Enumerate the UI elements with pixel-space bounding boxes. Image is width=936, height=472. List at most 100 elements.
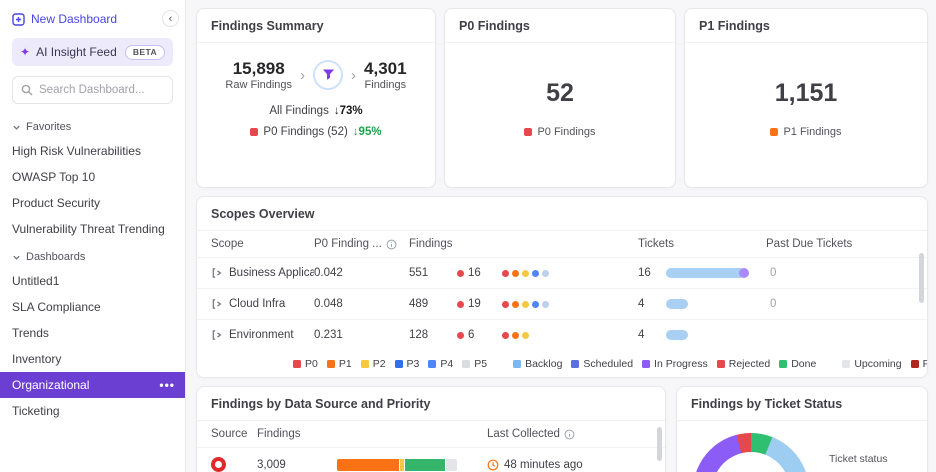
- info-icon[interactable]: [564, 429, 575, 440]
- priority-dots: [502, 331, 638, 339]
- legend-item: P3: [394, 358, 419, 370]
- scopes-legend: P0 P1 P2 P3 P4 P5 Backlog Scheduled In P…: [197, 350, 927, 377]
- raw-findings-stat: 15,898 Raw Findings: [225, 59, 292, 91]
- add-dashboard-icon: [12, 12, 25, 26]
- ticket-status-donut-chart[interactable]: [693, 433, 809, 472]
- p0-stat: 52 P0 Findings: [445, 43, 675, 138]
- source-table-header: Source Findings Last Collected: [197, 421, 665, 448]
- scrollbar[interactable]: [919, 253, 924, 303]
- sidebar-item-trends[interactable]: Trends: [0, 320, 185, 346]
- search-icon: [21, 84, 33, 96]
- priority-dots: [502, 269, 638, 277]
- sidebar-item-product-security[interactable]: Product Security: [0, 190, 185, 216]
- source-row[interactable]: 3,009 48 minutes ago: [197, 448, 665, 472]
- p0-dot: [457, 300, 464, 308]
- sidebar-item-untitled1[interactable]: Untitled1: [0, 268, 185, 294]
- priority-dot: [522, 300, 529, 308]
- scope-row[interactable]: Cloud Infra 0.048 489 19 4 0: [197, 289, 927, 320]
- priority-dot: [522, 269, 529, 277]
- more-icon[interactable]: •••: [159, 378, 175, 392]
- sidebar-collapse-button[interactable]: ‹: [162, 10, 179, 27]
- sidebar-item-sla-compliance[interactable]: SLA Compliance: [0, 294, 185, 320]
- past-due-count: 0: [770, 298, 777, 310]
- legend-item: Scheduled: [571, 358, 633, 370]
- sidebar-item-ticketing[interactable]: Ticketing: [0, 398, 185, 424]
- tickets-bar-marker: [739, 268, 750, 278]
- ticket-status-chart-area: Ticket status: [677, 421, 927, 472]
- favorites-section-header[interactable]: Favorites: [0, 114, 185, 138]
- p0-swatch: [250, 128, 259, 137]
- p0-count: 16: [468, 267, 481, 279]
- column-findings: Findings: [409, 238, 453, 250]
- p0-legend-swatch: [524, 128, 533, 136]
- new-dashboard-button[interactable]: New Dashboard: [0, 10, 185, 38]
- sparkle-icon: ✦: [20, 45, 31, 59]
- p0-count: 6: [468, 329, 475, 341]
- search-box: [12, 76, 173, 104]
- all-findings-label: All Findings: [269, 105, 329, 118]
- priority-dot: [502, 269, 509, 277]
- column-findings: Findings: [257, 428, 301, 440]
- scope-name-cell[interactable]: Business Applica...: [211, 267, 314, 279]
- chevron-down-icon: [13, 255, 20, 260]
- scope-name: Cloud Infra: [229, 298, 286, 310]
- p0-findings-card: P0 Findings 52 P0 Findings: [444, 8, 676, 188]
- beta-badge: BETA: [124, 44, 165, 60]
- info-icon[interactable]: [386, 239, 397, 250]
- scope-name: Environment: [229, 329, 294, 341]
- funnel-icon: [313, 60, 344, 91]
- dashboards-section-header[interactable]: Dashboards: [0, 244, 185, 268]
- sidebar: New Dashboard ‹ ✦ AI Insight Feed BETA F…: [0, 0, 186, 472]
- search-input[interactable]: [39, 84, 164, 96]
- p1-findings-card: P1 Findings 1,151 P1 Findings: [684, 8, 928, 188]
- tickets-bar-fill: [666, 330, 689, 340]
- bar-segment: [404, 458, 445, 471]
- priority-dot: [522, 331, 529, 339]
- chevron-right-icon: ›: [300, 66, 306, 84]
- p1-legend-swatch: [770, 128, 779, 136]
- p0-dot: [457, 269, 464, 277]
- tickets-bar-fill: [666, 268, 750, 278]
- chevron-right-icon: ›: [351, 66, 357, 84]
- legend-item: P2: [360, 358, 386, 370]
- scrollbar[interactable]: [657, 427, 662, 461]
- sidebar-item-vulnerability-threat-trending[interactable]: Vulnerability Threat Trending: [0, 216, 185, 242]
- priority-dot: [542, 269, 549, 277]
- findings-funnel-flow: 15,898 Raw Findings › › 4,301 Findings: [197, 43, 435, 91]
- sidebar-item-owasp-top-10[interactable]: OWASP Top 10: [0, 164, 185, 190]
- sidebar-item-organizational[interactable]: Organizational •••: [0, 372, 185, 398]
- p0-legend[interactable]: P0 Findings: [524, 126, 596, 138]
- legend-item: Rejected: [716, 358, 770, 370]
- p1-legend[interactable]: P1 Findings: [770, 126, 842, 138]
- new-dashboard-label: New Dashboard: [31, 12, 118, 26]
- ai-insight-feed-button[interactable]: ✦ AI Insight Feed BETA: [12, 38, 173, 66]
- bar-segment: [445, 458, 457, 471]
- p0-count-chip: 6: [457, 329, 502, 341]
- findings-stat: 4,301 Findings: [364, 59, 407, 91]
- scope-icon: [212, 268, 222, 278]
- priority-dot: [512, 300, 519, 308]
- top-row: Findings Summary 15,898 Raw Findings › ›…: [196, 8, 928, 188]
- scope-row[interactable]: Environment 0.231 128 6 4: [197, 320, 927, 351]
- raw-findings-value: 15,898: [232, 59, 285, 78]
- findings-label: Findings: [364, 79, 407, 92]
- p0-count-chip: 16: [457, 267, 502, 279]
- p0-dot: [457, 331, 464, 339]
- p0-rate-value: 0.231: [314, 329, 343, 341]
- legend-item: Past Due: [910, 358, 927, 370]
- legend-item: Upcoming: [842, 358, 902, 370]
- priority-stacked-bar: [337, 458, 457, 471]
- findings-by-source-card: Findings by Data Source and Priority Sou…: [196, 386, 666, 472]
- ticket-status-legend-title: Ticket status: [829, 453, 888, 465]
- status-legend-group: Backlog Scheduled In Progress Rejected D…: [513, 358, 816, 370]
- tickets-count: 16: [638, 267, 651, 279]
- scopes-overview-card: Scopes Overview Scope P0 Finding ... Fin…: [196, 196, 928, 378]
- scope-row[interactable]: Business Applica... 0.042 551 16 16: [197, 258, 927, 289]
- scope-name-cell[interactable]: Cloud Infra: [211, 298, 314, 310]
- sidebar-item-inventory[interactable]: Inventory: [0, 346, 185, 372]
- sidebar-item-high-risk-vulnerabilities[interactable]: High Risk Vulnerabilities: [0, 138, 185, 164]
- p0-rate-value: 0.042: [314, 267, 343, 279]
- priority-dot: [512, 331, 519, 339]
- legend-item: P0: [293, 358, 318, 370]
- scope-name-cell[interactable]: Environment: [211, 329, 314, 341]
